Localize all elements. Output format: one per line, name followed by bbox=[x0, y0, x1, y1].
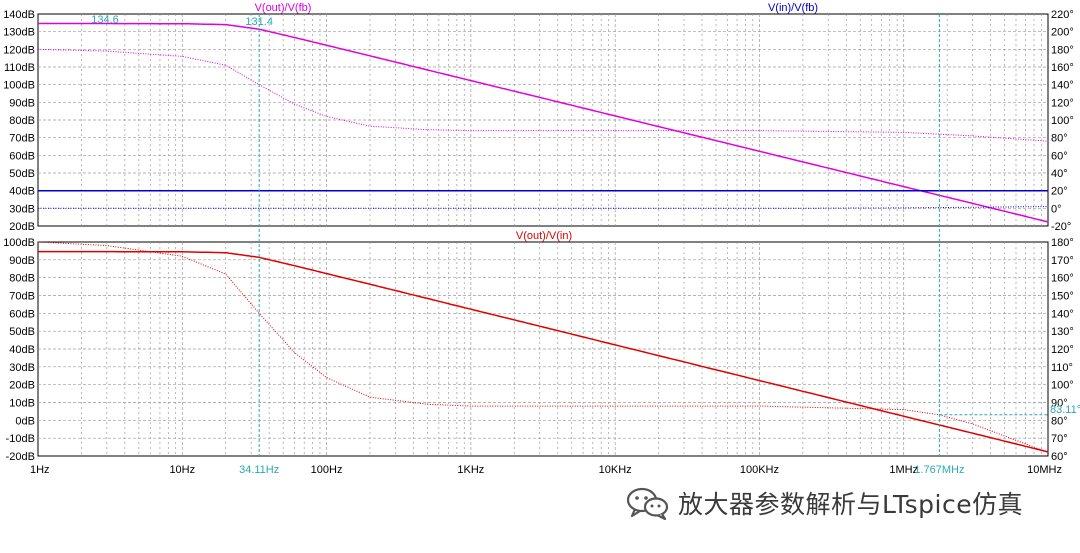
y-right-tick-label: 60° bbox=[1051, 150, 1068, 162]
wechat-icon bbox=[626, 487, 669, 520]
cursor-2-right-label: 83.11° bbox=[1050, 404, 1080, 416]
cursor-1-top-label-a: 134.6 bbox=[91, 14, 119, 26]
y-left-tick-label: 20dB bbox=[9, 380, 35, 392]
y-right-tick-label: 200° bbox=[1051, 27, 1074, 39]
trace-name-label: V(in)/V(fb) bbox=[768, 2, 818, 14]
y-right-tick-label: 70° bbox=[1051, 433, 1068, 445]
y-left-tick-label: -10dB bbox=[6, 433, 35, 445]
x-tick-label: 100Hz bbox=[311, 464, 343, 476]
trace-v-out-v-fb-phase bbox=[37, 48, 1049, 142]
x-tick-label: 10MHz bbox=[1027, 464, 1062, 476]
cursor-1-top-label-b: 131.4 bbox=[245, 16, 273, 28]
y-right-tick-label: 20° bbox=[1051, 186, 1068, 198]
y-left-tick-label: 50dB bbox=[9, 168, 35, 180]
x-tick-label: 10KHz bbox=[599, 464, 632, 476]
y-left-tick-label: 100dB bbox=[3, 80, 35, 92]
cursor-layer bbox=[258, 14, 1048, 456]
y-left-tick-label: 60dB bbox=[9, 150, 35, 162]
y-left-tick-label: 90dB bbox=[9, 97, 35, 109]
y-right-tick-label: 140° bbox=[1051, 80, 1074, 92]
y-right-tick-label: 120° bbox=[1051, 344, 1074, 356]
x-tick-label: 1Hz bbox=[30, 464, 50, 476]
y-left-tick-label: 20dB bbox=[9, 221, 35, 233]
y-right-tick-label: 180° bbox=[1051, 237, 1074, 249]
y-right-tick-label: 160° bbox=[1051, 62, 1074, 74]
trace-name-label: V(out)/V(in) bbox=[516, 230, 572, 242]
y-right-tick-label: 0° bbox=[1051, 203, 1062, 215]
trace-v-out-v-in-phase bbox=[37, 241, 1049, 453]
y-left-tick-label: 140dB bbox=[3, 9, 35, 21]
bode-plot: 140dB 220° 130dB 200° 120dB 180° 110dB 160° 100d… bbox=[3, 2, 1080, 476]
y-right-tick-label: 120° bbox=[1051, 97, 1074, 109]
y-right-tick-label: 40° bbox=[1051, 168, 1068, 180]
y-right-tick-label: 160° bbox=[1051, 273, 1074, 285]
y-right-tick-label: 220° bbox=[1051, 9, 1074, 21]
y-left-tick-label: 50dB bbox=[9, 326, 35, 338]
y-right-tick-label: 110° bbox=[1051, 362, 1073, 374]
y-left-tick-label: 10dB bbox=[9, 398, 35, 410]
cursor-1-x-label: 34.11Hz bbox=[239, 464, 279, 476]
y-right-tick-label: 100° bbox=[1051, 115, 1074, 127]
y-right-tick-label: -20° bbox=[1051, 221, 1071, 233]
y-left-tick-label: 70dB bbox=[9, 133, 35, 145]
y-left-tick-label: 120dB bbox=[3, 44, 35, 56]
watermark-text: 放大器参数解析与LTspice仿真 bbox=[678, 490, 1024, 519]
y-right-tick-label: 100° bbox=[1051, 380, 1074, 392]
y-right-tick-label: 180° bbox=[1051, 44, 1074, 56]
y-left-tick-label: 0dB bbox=[15, 415, 35, 427]
y-left-tick-label: -20dB bbox=[6, 451, 35, 463]
y-left-tick-label: 30dB bbox=[9, 362, 35, 374]
watermark: 放大器参数解析与LTspice仿真 bbox=[626, 485, 1023, 521]
y-left-tick-label: 80dB bbox=[9, 273, 35, 285]
y-right-tick-label: 60° bbox=[1051, 451, 1068, 463]
y-right-tick-label: 150° bbox=[1051, 291, 1074, 303]
y-left-tick-label: 80dB bbox=[9, 115, 35, 127]
trace-v-out-v-in-magnitude bbox=[38, 250, 1049, 453]
y-right-tick-label: 130° bbox=[1051, 326, 1074, 338]
y-left-tick-label: 100dB bbox=[3, 237, 35, 249]
x-tick-label: 1KHz bbox=[457, 464, 484, 476]
y-left-tick-label: 70dB bbox=[9, 291, 35, 303]
y-left-tick-label: 30dB bbox=[9, 203, 35, 215]
cursor-2-x-label: 1.767MHz bbox=[914, 464, 964, 476]
y-left-tick-label: 130dB bbox=[3, 27, 35, 39]
label-layer: 140dB 220° 130dB 200° 120dB 180° 110dB 160° 100d… bbox=[3, 2, 1080, 476]
y-left-tick-label: 90dB bbox=[9, 255, 35, 267]
trace-v-out-v-fb-magnitude bbox=[38, 22, 1049, 223]
y-right-tick-label: 80° bbox=[1051, 133, 1068, 145]
x-tick-label: 100KHz bbox=[740, 464, 779, 476]
y-left-tick-label: 60dB bbox=[9, 308, 35, 320]
y-left-tick-label: 110dB bbox=[4, 62, 35, 74]
y-left-tick-label: 40dB bbox=[9, 186, 35, 198]
x-tick-label: 10Hz bbox=[169, 464, 195, 476]
trace-name-label: V(out)/V(fb) bbox=[255, 2, 312, 14]
y-right-tick-label: 80° bbox=[1051, 415, 1068, 427]
y-right-tick-label: 170° bbox=[1051, 255, 1074, 267]
y-left-tick-label: 40dB bbox=[9, 344, 35, 356]
y-right-tick-label: 140° bbox=[1051, 308, 1074, 320]
